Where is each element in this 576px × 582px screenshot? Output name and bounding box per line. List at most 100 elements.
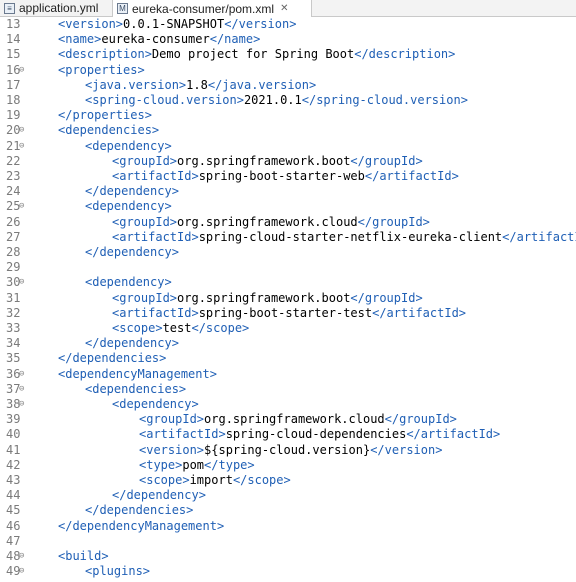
line-number: 22	[6, 153, 21, 168]
tab-pom-xml[interactable]: M eureka-consumer/pom.xml ✕	[112, 0, 312, 17]
xml-close-tag: </groupId>	[350, 290, 423, 305]
xml-text-value: test	[162, 321, 192, 335]
fold-toggle-icon[interactable]: ⊖	[19, 63, 24, 78]
code-line[interactable]: 48 ⊖ <build>	[0, 549, 576, 564]
code-line[interactable]: 17 <java.version>1.8</java.version>	[0, 78, 576, 93]
code-line[interactable]: 31 <groupId>org.springframework.boot</gro…	[0, 291, 576, 306]
code-line[interactable]: 30 ⊖ <dependency>	[0, 275, 576, 290]
code-line[interactable]: 36 ⊖ <dependencyManagement>	[0, 367, 576, 382]
xml-open-tag: <dependencies>	[58, 123, 160, 138]
line-number: 31	[6, 290, 21, 305]
xml-open-tag: <artifactId>	[112, 229, 199, 244]
line-number: 26	[6, 214, 21, 229]
tab-application-yml[interactable]: ≡ application.yml	[0, 0, 110, 16]
code-line[interactable]: 22 <groupId>org.springframework.boot</gro…	[0, 154, 576, 169]
code-content: <dependency>	[112, 397, 199, 412]
code-content: </dependency>	[85, 245, 179, 260]
code-content: <artifactId>spring-boot-starter-web</art…	[112, 169, 459, 184]
xml-close-tag: </java.version>	[207, 77, 317, 92]
code-line[interactable]: 14 <name>eureka-consumer</name>	[0, 32, 576, 47]
fold-toggle-icon[interactable]: ⊖	[19, 275, 24, 290]
code-line[interactable]: 47	[0, 534, 576, 549]
line-number: 42	[6, 457, 21, 472]
code-line[interactable]: 28 </dependency>	[0, 245, 576, 260]
code-line[interactable]: 24 </dependency>	[0, 184, 576, 199]
line-number: 23	[6, 169, 21, 183]
code-line[interactable]: 40 <artifactId>spring-cloud-dependencies<…	[0, 427, 576, 442]
line-number: 33	[6, 321, 21, 335]
xml-close-tag: </name>	[209, 32, 261, 47]
xml-close-tag: </groupId>	[384, 412, 457, 427]
code-line[interactable]: 46 </dependencyManagement>	[0, 519, 576, 534]
xml-text-value: org.springframework.boot	[177, 153, 351, 168]
code-line[interactable]: 21 ⊖ <dependency>	[0, 139, 576, 154]
line-number: 21	[6, 138, 21, 153]
code-line[interactable]: 16 ⊖ <properties>	[0, 63, 576, 78]
fold-toggle-icon[interactable]: ⊖	[19, 367, 24, 382]
line-number: 25	[6, 199, 21, 214]
xml-text-value: spring-cloud-dependencies	[225, 427, 407, 442]
code-content: <dependencies>	[58, 123, 159, 138]
xml-text-value: spring-cloud-starter-netflix-eureka-clie…	[198, 229, 503, 244]
code-line[interactable]: 38 ⊖ <dependency>	[0, 397, 576, 412]
code-editor[interactable]: 13 <version>0.0.1-SNAPSHOT</version> 14 <na…	[0, 17, 576, 582]
xml-open-tag: <dependencies>	[85, 381, 187, 396]
fold-toggle-icon[interactable]: ⊖	[19, 199, 24, 214]
code-line[interactable]: 33 <scope>test</scope>	[0, 321, 576, 336]
xml-open-tag: <dependency>	[85, 138, 172, 153]
code-content: <spring-cloud.version>2021.0.1</spring-c…	[85, 93, 468, 108]
code-line[interactable]: 34 </dependency>	[0, 336, 576, 351]
code-line[interactable]: 20 ⊖ <dependencies>	[0, 123, 576, 138]
code-line[interactable]: 18 <spring-cloud.version>2021.0.1</spring…	[0, 93, 576, 108]
line-number: 20	[6, 123, 21, 138]
line-number: 36	[6, 366, 21, 381]
code-line[interactable]: 42 <type>pom</type>	[0, 458, 576, 473]
fold-toggle-icon[interactable]: ⊖	[19, 139, 24, 154]
line-number: 14	[6, 32, 21, 47]
editor-tab-bar: ≡ application.yml M eureka-consumer/pom.…	[0, 0, 576, 17]
code-content: <dependency>	[85, 139, 172, 154]
xml-text-value: 0.0.1-SNAPSHOT	[123, 17, 225, 31]
line-number: 34	[6, 336, 21, 351]
line-number: 13	[6, 17, 21, 31]
code-line[interactable]: 49 ⊖ <plugins>	[0, 564, 576, 579]
line-number: 39	[6, 412, 21, 427]
code-line[interactable]: 23 <artifactId>spring-boot-starter-web</a…	[0, 169, 576, 184]
fold-toggle-icon[interactable]: ⊖	[19, 123, 24, 138]
line-number: 47	[6, 533, 21, 548]
code-line[interactable]: 44 </dependency>	[0, 488, 576, 503]
xml-open-tag: </dependencyManagement>	[58, 518, 225, 533]
xml-open-tag: <dependency>	[85, 275, 172, 290]
line-number: 18	[6, 93, 21, 107]
code-line[interactable]: 13 <version>0.0.1-SNAPSHOT</version>	[0, 17, 576, 32]
close-icon[interactable]: ✕	[280, 3, 288, 14]
code-line[interactable]: 45 </dependencies>	[0, 503, 576, 518]
fold-toggle-icon[interactable]: ⊖	[19, 564, 24, 579]
xml-open-tag: <description>	[58, 47, 152, 62]
code-line[interactable]: 25 ⊖ <dependency>	[0, 199, 576, 214]
line-number: 19	[6, 108, 21, 123]
code-line[interactable]: 19 </properties>	[0, 108, 576, 123]
code-line[interactable]: 39 <groupId>org.springframework.cloud</gr…	[0, 412, 576, 427]
xml-open-tag: <plugins>	[85, 564, 151, 579]
xml-close-tag: </version>	[370, 442, 443, 457]
code-line[interactable]: 26 <groupId>org.springframework.cloud</gr…	[0, 215, 576, 230]
code-content: <type>pom</type>	[139, 458, 255, 473]
fold-toggle-icon[interactable]: ⊖	[19, 397, 24, 412]
code-line[interactable]: 32 <artifactId>spring-boot-starter-test</…	[0, 306, 576, 321]
xml-open-tag: <groupId>	[139, 412, 205, 427]
fold-toggle-icon[interactable]: ⊖	[19, 549, 24, 564]
fold-toggle-icon[interactable]: ⊖	[19, 382, 24, 397]
code-line[interactable]: 29	[0, 260, 576, 275]
code-line[interactable]: 41 <version>${spring-cloud.version}</vers…	[0, 443, 576, 458]
xml-open-tag: <groupId>	[112, 290, 178, 305]
code-line[interactable]: 35 </dependencies>	[0, 351, 576, 366]
code-line[interactable]: 37 ⊖ <dependencies>	[0, 382, 576, 397]
code-line[interactable]: 15 <description>Demo project for Spring B…	[0, 47, 576, 62]
xml-open-tag: <java.version>	[85, 77, 187, 92]
line-number: 32	[6, 305, 21, 320]
code-line[interactable]: 27 <artifactId>spring-cloud-starter-netfl…	[0, 230, 576, 245]
line-number: 45	[6, 503, 21, 518]
code-line[interactable]: 43 <scope>import</scope>	[0, 473, 576, 488]
line-number: 16	[6, 62, 21, 77]
